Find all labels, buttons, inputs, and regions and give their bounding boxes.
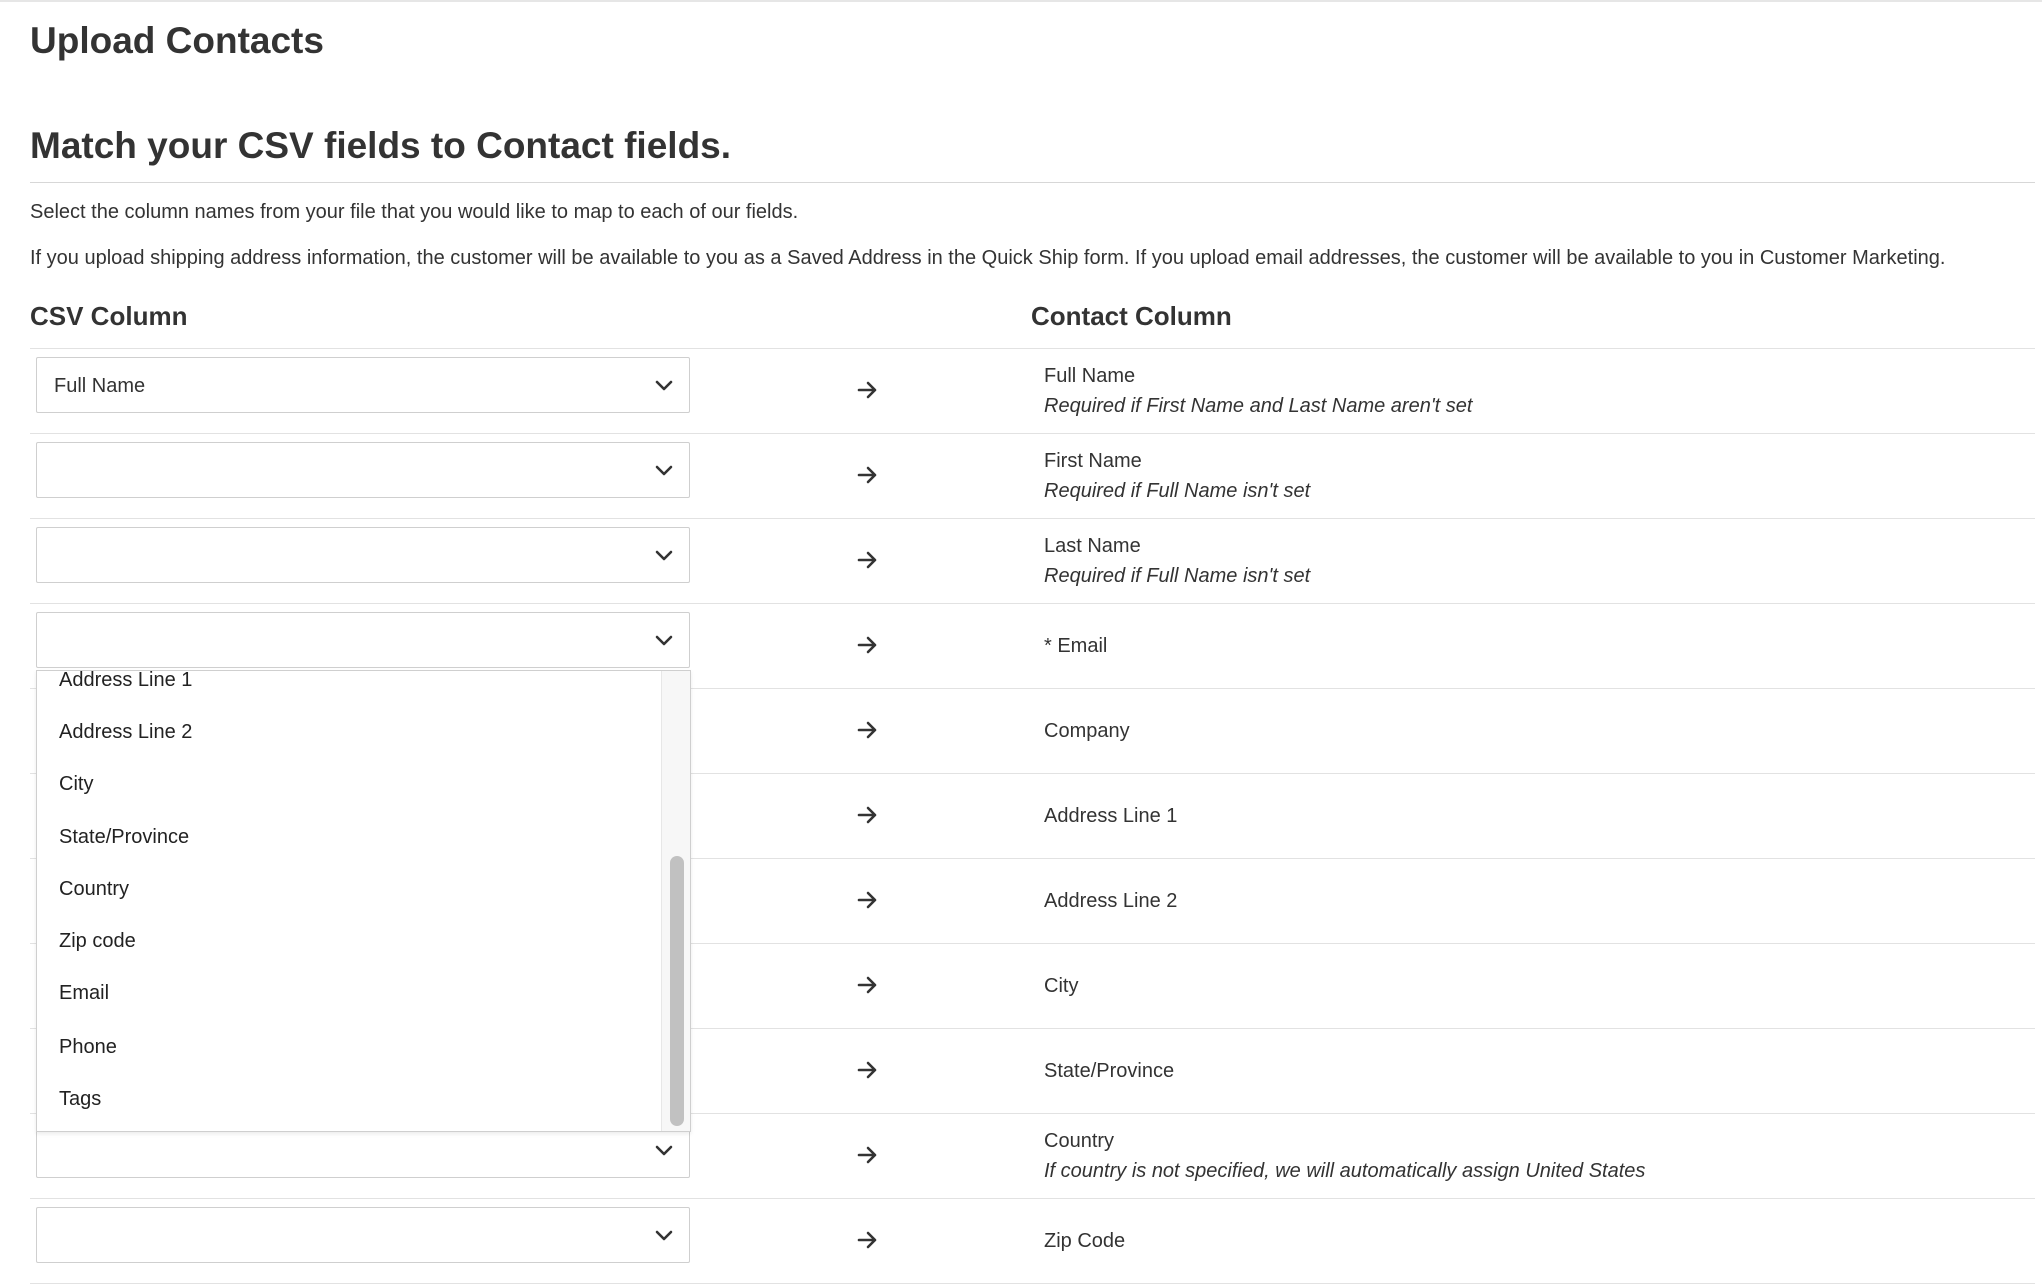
contact-field-name: Last Name <box>1044 535 1141 557</box>
contact-field: Full Name Required if First Name and Las… <box>1044 361 1472 421</box>
arrow-right-icon <box>856 1229 878 1251</box>
chevron-down-icon <box>653 544 675 566</box>
dropdown-option[interactable]: Address Line 2 <box>59 721 192 744</box>
contact-field-name: Company <box>1044 720 1130 742</box>
contact-field-name: City <box>1044 975 1079 997</box>
csv-column-select[interactable]: Full Name <box>36 357 690 413</box>
csv-column-select[interactable] <box>36 527 690 583</box>
contact-field: First Name Required if Full Name isn't s… <box>1044 446 1310 506</box>
instruction-text: Select the column names from your file t… <box>30 201 799 223</box>
dropdown-option[interactable]: Tags <box>59 1088 101 1111</box>
csv-column-header: CSV Column <box>30 301 188 331</box>
contact-field-note: If country is not specified, we will aut… <box>1044 1160 1646 1182</box>
top-border <box>0 0 2042 2</box>
contact-field-name: First Name <box>1044 450 1142 472</box>
chevron-down-icon <box>653 374 675 396</box>
arrow-right-icon <box>856 549 878 571</box>
section-divider <box>30 182 2035 183</box>
contact-field: Country If country is not specified, we … <box>1044 1126 1645 1186</box>
contact-field: Address Line 1 <box>1044 801 1177 831</box>
csv-column-select[interactable] <box>36 442 690 498</box>
dropdown-option[interactable]: State/Province <box>59 826 189 849</box>
chevron-down-icon <box>653 1139 675 1161</box>
mapping-row: Full Name Full Name Required if First Na… <box>30 348 2035 434</box>
chevron-down-icon <box>653 459 675 481</box>
contact-field: Address Line 2 <box>1044 886 1177 916</box>
arrow-right-icon <box>856 464 878 486</box>
contact-field: State/Province <box>1044 1056 1174 1086</box>
arrow-right-icon <box>856 1059 878 1081</box>
page-title: Upload Contacts <box>30 20 324 61</box>
dropdown-option[interactable]: Country <box>59 878 129 901</box>
csv-column-select-open[interactable] <box>36 612 690 668</box>
arrow-right-icon <box>856 974 878 996</box>
dropdown-option[interactable]: Address Line 1 <box>59 671 192 692</box>
contact-field: Zip Code <box>1044 1226 1125 1256</box>
contact-field-name: Full Name <box>1044 365 1136 387</box>
contact-field-name: Address Line 1 <box>1044 805 1178 827</box>
mapping-row: Zip Code <box>30 1199 2035 1284</box>
mapping-row: First Name Required if Full Name isn't s… <box>30 434 2035 519</box>
info-text: If you upload shipping address informati… <box>30 247 1946 269</box>
scrollbar-thumb[interactable] <box>670 856 684 1126</box>
arrow-right-icon <box>856 889 878 911</box>
dropdown-option[interactable]: Phone <box>59 1036 117 1059</box>
contact-field: * Email <box>1044 631 1107 661</box>
contact-field: Last Name Required if Full Name isn't se… <box>1044 531 1310 591</box>
arrow-right-icon <box>856 804 878 826</box>
contact-field-note: Required if First Name and Last Name are… <box>1044 395 1473 417</box>
contact-field-name: Zip Code <box>1044 1230 1126 1252</box>
mapping-row: Last Name Required if Full Name isn't se… <box>30 519 2035 604</box>
contact-field-note: Required if Full Name isn't set <box>1044 480 1311 502</box>
section-title: Match your CSV fields to Contact fields. <box>30 125 732 166</box>
csv-column-select[interactable] <box>36 1207 690 1263</box>
contact-column-header: Contact Column <box>1031 301 1232 331</box>
chevron-down-icon <box>653 629 675 651</box>
dropdown-option[interactable]: City <box>59 773 93 796</box>
csv-column-dropdown-list[interactable]: Address Line 1 Address Line 2 City State… <box>36 670 691 1132</box>
arrow-right-icon <box>856 1144 878 1166</box>
contact-field-note: Required if Full Name isn't set <box>1044 565 1311 587</box>
arrow-right-icon <box>856 634 878 656</box>
contact-field-name: * Email <box>1044 635 1108 657</box>
chevron-down-icon <box>653 1224 675 1246</box>
dropdown-option[interactable]: Zip code <box>59 930 136 953</box>
contact-field-name: Country <box>1044 1130 1115 1152</box>
contact-field: City <box>1044 971 1078 1001</box>
dropdown-scrollbar[interactable] <box>661 671 690 1131</box>
contact-field-name: State/Province <box>1044 1060 1175 1082</box>
contact-field-name: Address Line 2 <box>1044 890 1178 912</box>
arrow-right-icon <box>856 719 878 741</box>
contact-field: Company <box>1044 716 1130 746</box>
select-value: Full Name <box>54 375 146 397</box>
dropdown-option[interactable]: Email <box>59 982 109 1005</box>
arrow-right-icon <box>856 379 878 401</box>
